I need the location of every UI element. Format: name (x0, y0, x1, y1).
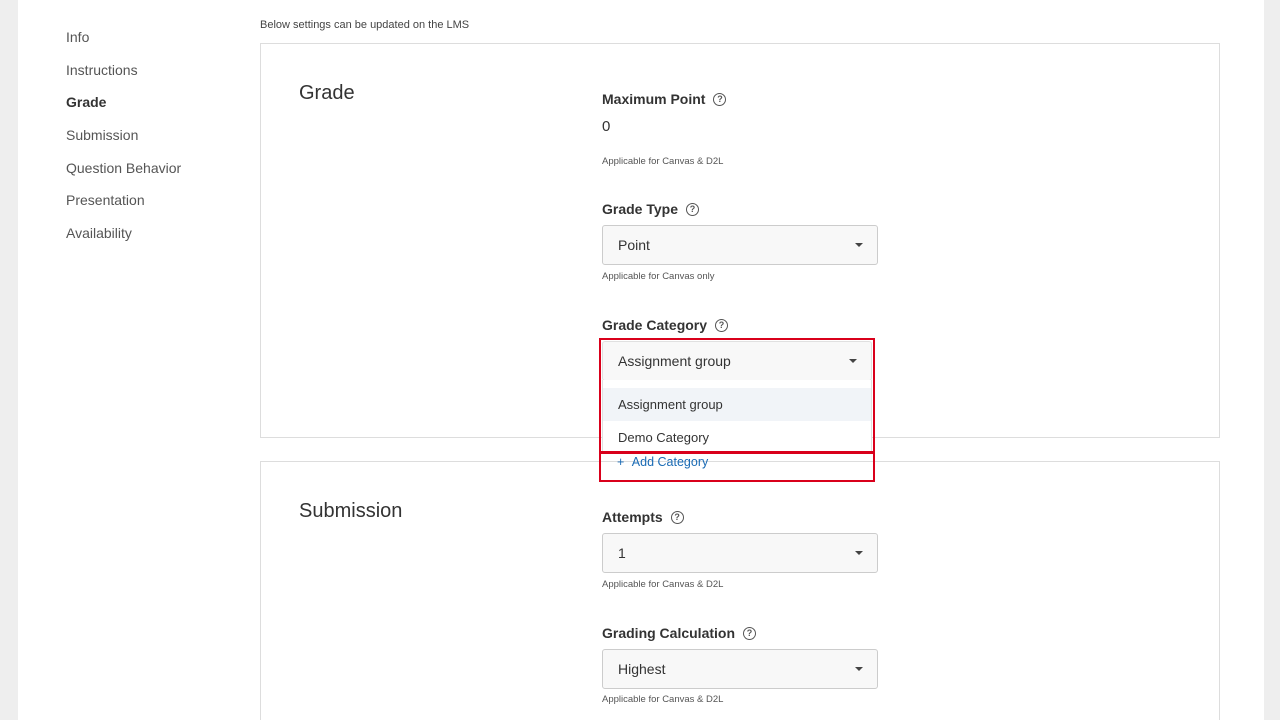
sidebar-item-instructions[interactable]: Instructions (66, 59, 181, 92)
grade-category-label: Grade Category ? (602, 317, 729, 333)
grading-calculation-label: Grading Calculation ? (602, 625, 757, 641)
attempts-label-text: Attempts (602, 509, 663, 525)
attempts-selected-value: 1 (618, 545, 626, 561)
help-icon[interactable]: ? (686, 202, 699, 216)
submission-section-title: Submission (299, 500, 403, 522)
max-point-hint: Applicable for Canvas & D2L (602, 156, 724, 167)
lms-settings-note: Below settings can be updated on the LMS (260, 19, 470, 31)
add-category-label: Add Category (631, 455, 709, 469)
grade-category-selected-value: Assignment group (618, 353, 731, 369)
grade-category-select[interactable]: Assignment group (602, 341, 872, 381)
grade-type-selected-value: Point (618, 237, 650, 253)
grading-calculation-label-text: Grading Calculation (602, 625, 736, 641)
sidebar-item-grade[interactable]: Grade (66, 91, 181, 124)
grade-type-hint: Applicable for Canvas only (602, 271, 715, 282)
grading-calculation-select[interactable]: Highest (602, 649, 878, 689)
settings-sidebar: Info Instructions Grade Submission Quest… (66, 26, 181, 255)
grade-section-title: Grade (299, 82, 355, 104)
add-category-link[interactable]: + Add Category (617, 455, 708, 469)
grade-type-label: Grade Type ? (602, 201, 699, 217)
grade-category-label-text: Grade Category (602, 317, 708, 333)
help-icon[interactable]: ? (713, 92, 727, 106)
sidebar-item-availability[interactable]: Availability (66, 222, 181, 255)
sidebar-item-info[interactable]: Info (66, 26, 181, 59)
grading-calculation-hint: Applicable for Canvas & D2L (602, 694, 724, 705)
plus-icon: + (617, 455, 625, 469)
attempts-label: Attempts ? (602, 509, 684, 525)
max-point-label: Maximum Point ? (602, 91, 727, 107)
sidebar-item-presentation[interactable]: Presentation (66, 189, 181, 222)
chevron-down-icon (849, 359, 857, 363)
grading-calculation-selected-value: Highest (618, 661, 666, 677)
sidebar-item-question-behavior[interactable]: Question Behavior (66, 157, 181, 190)
dropdown-option-assignment-group[interactable]: Assignment group (603, 388, 871, 421)
grade-type-label-text: Grade Type (602, 201, 678, 217)
help-icon[interactable]: ? (743, 626, 757, 640)
grade-category-dropdown: Assignment group Demo Category (602, 380, 872, 452)
attempts-select[interactable]: 1 (602, 533, 878, 573)
max-point-value: 0 (602, 118, 611, 135)
attempts-hint: Applicable for Canvas & D2L (602, 579, 724, 590)
grade-type-select[interactable]: Point (602, 225, 878, 265)
settings-page: Info Instructions Grade Submission Quest… (18, 0, 1264, 720)
chevron-down-icon (855, 243, 863, 247)
help-icon[interactable]: ? (715, 318, 729, 332)
chevron-down-icon (855, 551, 863, 555)
sidebar-item-submission[interactable]: Submission (66, 124, 181, 157)
dropdown-option-demo-category[interactable]: Demo Category (603, 421, 871, 454)
chevron-down-icon (855, 667, 863, 671)
help-icon[interactable]: ? (670, 510, 684, 524)
max-point-label-text: Maximum Point (602, 91, 706, 107)
